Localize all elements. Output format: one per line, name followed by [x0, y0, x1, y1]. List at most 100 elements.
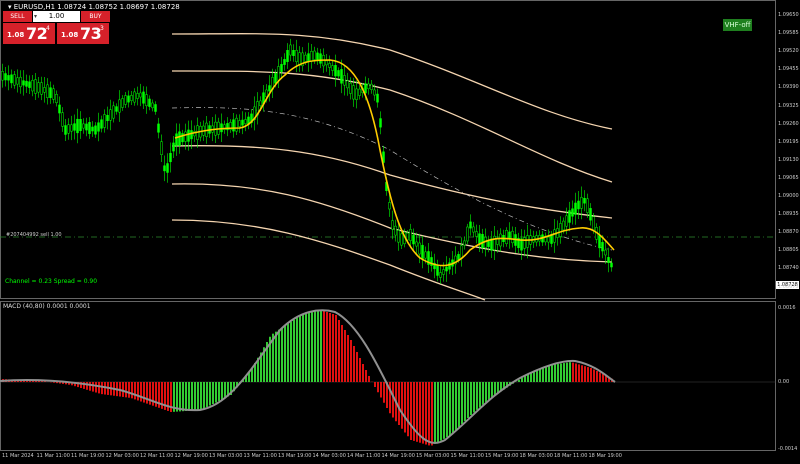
price-axis-label: 1.09520: [778, 48, 799, 55]
candle-body: [136, 93, 139, 99]
candle-body: [265, 89, 268, 97]
macd-frame: [0, 301, 776, 451]
macd-bar: [536, 369, 538, 382]
candle-body: [19, 76, 22, 88]
macd-bar: [593, 369, 595, 382]
macd-bar: [143, 382, 145, 403]
vhf-toggle-button[interactable]: VHF-off: [723, 19, 752, 31]
candle-body: [511, 230, 514, 244]
candle-body: [82, 123, 85, 129]
macd-bar: [542, 367, 544, 382]
candle-body: [424, 251, 427, 259]
macd-bar: [539, 368, 541, 382]
candle-body: [307, 53, 310, 62]
macd-bar: [197, 382, 199, 411]
candle-body: [574, 202, 577, 215]
candle-body: [415, 241, 418, 247]
macd-bar: [299, 315, 301, 382]
macd-bar: [323, 311, 325, 382]
sell-price-prefix: 1.08: [7, 31, 25, 39]
candle-body: [421, 244, 424, 260]
macd-bar: [488, 382, 490, 400]
macd-bar: [566, 362, 568, 382]
channel-spread-info: Channel = 0.23 Spread = 0.90: [5, 278, 98, 285]
candle-body: [4, 73, 7, 81]
candle-body: [46, 84, 49, 98]
macd-bar: [455, 382, 457, 430]
candle-body: [97, 122, 100, 132]
sell-price-box[interactable]: 1.08 72 4: [3, 23, 55, 44]
macd-bar: [383, 382, 385, 403]
macd-bar: [134, 382, 136, 400]
lot-spinner-icon[interactable]: ▾: [34, 12, 37, 21]
candle-body: [559, 223, 562, 237]
macd-bar: [470, 382, 472, 415]
candle-body: [610, 262, 613, 268]
candle-body: [166, 163, 169, 173]
macd-bar: [296, 317, 298, 382]
candle-body: [607, 257, 610, 263]
candle-body: [148, 98, 151, 107]
macd-bar: [200, 382, 202, 410]
candle-body: [61, 112, 64, 127]
candle-body: [190, 130, 193, 140]
buy-price-box[interactable]: 1.08 73 3: [57, 23, 109, 44]
candle-body: [526, 235, 529, 248]
candle-body: [409, 229, 412, 241]
macd-bar: [212, 382, 214, 404]
macd-bar: [545, 366, 547, 382]
macd-bar: [338, 320, 340, 382]
chart-canvas[interactable]: [0, 0, 800, 464]
order-line-label[interactable]: #207404992 sell 1.00: [6, 232, 62, 238]
candle-body: [79, 119, 82, 131]
candle-body: [601, 242, 604, 252]
candle-body: [70, 124, 73, 132]
macd-bar: [302, 314, 304, 382]
macd-bar: [485, 382, 487, 403]
candle-body: [43, 87, 46, 93]
candle-body: [379, 118, 382, 128]
candle-body: [463, 240, 466, 246]
time-axis-label: 15 Mar 11:00: [450, 453, 484, 459]
candle-body: [400, 233, 403, 246]
macd-bar: [317, 310, 319, 382]
candle-body: [331, 65, 334, 71]
candle-body: [130, 95, 133, 101]
candle-body: [442, 269, 445, 275]
price-axis-label: 1.09065: [778, 174, 799, 181]
candle-body: [7, 75, 10, 81]
candle-body: [175, 133, 178, 146]
macd-bar: [281, 327, 283, 382]
candle-body: [289, 44, 292, 56]
candle-body: [121, 98, 124, 108]
symbol-title: ▾ EURUSD,H1 1.08724 1.08752 1.08697 1.08…: [8, 3, 180, 11]
macd-bar: [206, 382, 208, 407]
macd-bar: [581, 365, 583, 382]
sell-button[interactable]: SELL: [3, 11, 32, 22]
price-axis-label: 1.09390: [778, 84, 799, 91]
macd-bar: [122, 382, 124, 397]
macd-bar: [551, 364, 553, 382]
macd-bar: [140, 382, 142, 402]
candle-body: [568, 210, 571, 223]
buy-button[interactable]: BUY: [81, 11, 110, 22]
candle-body: [169, 152, 172, 163]
candle-body: [577, 200, 580, 210]
lot-size-input[interactable]: 1.00: [33, 11, 80, 22]
candle-body: [178, 131, 181, 146]
macd-bar: [590, 368, 592, 382]
time-axis-label: 14 Mar 19:00: [381, 453, 415, 459]
macd-bar: [446, 382, 448, 438]
candle-body: [94, 125, 97, 135]
macd-bar: [98, 382, 100, 394]
candle-body: [220, 123, 223, 133]
candle-body: [268, 85, 271, 92]
candle-body: [274, 73, 277, 84]
candle-body: [475, 231, 478, 237]
time-axis-label: 13 Mar 11:00: [243, 453, 277, 459]
price-axis-label: 1.08805: [778, 247, 799, 254]
candle-body: [499, 233, 502, 247]
macd-bar: [443, 382, 445, 439]
candle-body: [58, 104, 61, 114]
macd-bar: [602, 374, 604, 382]
